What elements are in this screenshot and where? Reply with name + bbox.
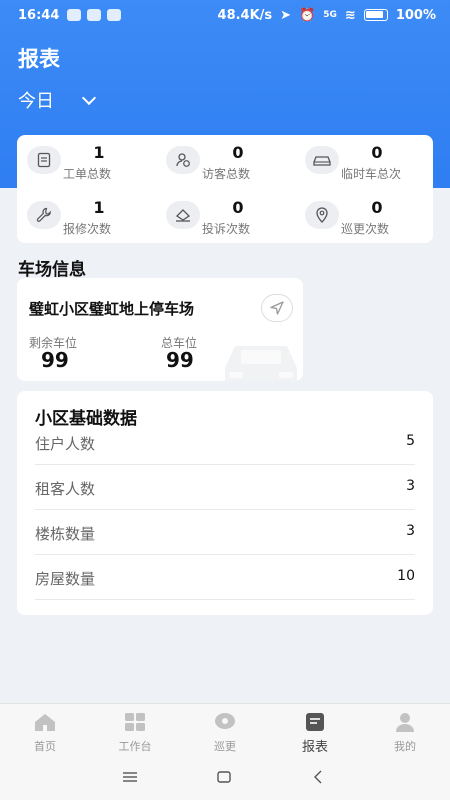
location-icon: ➤	[280, 7, 292, 23]
location-pin-icon	[305, 201, 339, 229]
visitor-icon	[166, 146, 200, 174]
parking-lot-name: 璧虹小区璧虹地上停车场	[29, 300, 195, 318]
row-label: 楼栋数量	[35, 525, 96, 543]
tab-mine[interactable]: 我的	[360, 704, 450, 756]
work-order-icon	[27, 146, 61, 174]
stat-complaints[interactable]: 0 投诉次数	[156, 198, 294, 238]
home-icon	[33, 712, 57, 732]
stat-value: 0	[371, 198, 383, 217]
stats-card: 1 工单总数 0 访客总数 0 临时车总次 1 报修次数 0 投诉次数 0 巡更…	[17, 135, 433, 243]
navigation-arrow-icon	[270, 301, 284, 315]
stat-temp-vehicles[interactable]: 0 临时车总次	[295, 143, 433, 183]
grid-icon	[123, 712, 147, 732]
stat-repairs[interactable]: 1 报修次数	[17, 198, 155, 238]
list-item: 租客人数 3	[35, 466, 415, 510]
stat-patrols[interactable]: 0 巡更次数	[295, 198, 433, 238]
stat-label: 访客总数	[202, 167, 251, 181]
navigate-button[interactable]	[261, 294, 293, 322]
tab-report[interactable]: 报表	[270, 704, 360, 756]
row-label: 租客人数	[35, 480, 96, 498]
battery-level: 100%	[395, 7, 436, 23]
stat-label: 工单总数	[63, 167, 112, 181]
stat-label: 报修次数	[63, 222, 112, 236]
total-spaces-value: 99	[166, 348, 194, 372]
row-label: 住户人数	[35, 435, 96, 453]
remaining-spaces-value: 99	[41, 348, 69, 372]
alarm-icon: ⏰	[299, 7, 316, 23]
bottom-tab-bar: 首页 工作台 巡更 报表 我的	[0, 703, 450, 755]
car-watermark-icon	[225, 346, 297, 381]
network-type: 5G	[323, 10, 337, 20]
row-value: 5	[406, 433, 415, 449]
notification-icon	[67, 9, 82, 21]
tab-home[interactable]: 首页	[0, 704, 90, 756]
menu-icon[interactable]	[120, 767, 140, 787]
list-item: 房屋数量 10	[35, 556, 415, 600]
tab-label: 报表	[301, 740, 328, 755]
status-time: 16:44	[18, 7, 60, 23]
stat-visitors[interactable]: 0 访客总数	[156, 143, 294, 183]
wifi-icon: ≋	[344, 7, 356, 23]
date-filter-dropdown[interactable]: 今日	[18, 87, 97, 113]
stat-value: 0	[371, 143, 383, 162]
stat-label: 巡更次数	[341, 222, 390, 236]
home-square-icon[interactable]	[214, 767, 234, 787]
stat-value: 0	[232, 143, 244, 162]
list-item: 住户人数 5	[35, 421, 415, 465]
parking-section-title: 车场信息	[18, 260, 86, 280]
page-title: 报表	[18, 47, 60, 71]
stat-value: 1	[93, 143, 105, 162]
stat-label: 临时车总次	[341, 167, 402, 181]
community-basic-data-card: 小区基础数据 住户人数 5 租客人数 3 楼栋数量 3 房屋数量 10	[17, 391, 433, 615]
row-label: 房屋数量	[35, 570, 96, 588]
row-value: 10	[397, 568, 415, 584]
stat-work-orders[interactable]: 1 工单总数	[17, 143, 155, 183]
tab-label: 巡更	[214, 740, 236, 753]
stat-label: 投诉次数	[202, 222, 251, 236]
chevron-down-icon	[81, 90, 97, 105]
notification-icon	[107, 9, 122, 21]
tab-patrol[interactable]: 巡更	[180, 704, 270, 756]
net-speed: 48.4K/s	[217, 7, 273, 23]
parking-lot-card[interactable]: 璧虹小区璧虹地上停车场 剩余车位 99 总车位 99	[17, 278, 303, 381]
notification-icon	[87, 9, 102, 21]
list-item: 楼栋数量 3	[35, 511, 415, 555]
patrol-icon	[213, 712, 237, 732]
complaint-icon	[166, 201, 200, 229]
row-value: 3	[406, 478, 415, 494]
date-filter-value: 今日	[18, 91, 54, 112]
row-value: 3	[406, 523, 415, 539]
status-bar: 16:44 48.4K/s ➤ ⏰ 5G ≋ 100%	[0, 0, 450, 30]
user-icon	[393, 712, 417, 732]
wrench-icon	[27, 201, 61, 229]
stat-value: 1	[93, 198, 105, 217]
car-icon	[305, 146, 339, 174]
tab-label: 工作台	[118, 740, 152, 753]
back-icon[interactable]	[308, 767, 328, 787]
tab-label: 首页	[34, 740, 56, 753]
report-icon	[303, 712, 327, 732]
system-navigation-bar	[0, 755, 450, 800]
stat-value: 0	[232, 198, 244, 217]
battery-icon	[363, 9, 388, 21]
tab-label: 我的	[394, 740, 416, 753]
tab-workbench[interactable]: 工作台	[90, 704, 180, 756]
